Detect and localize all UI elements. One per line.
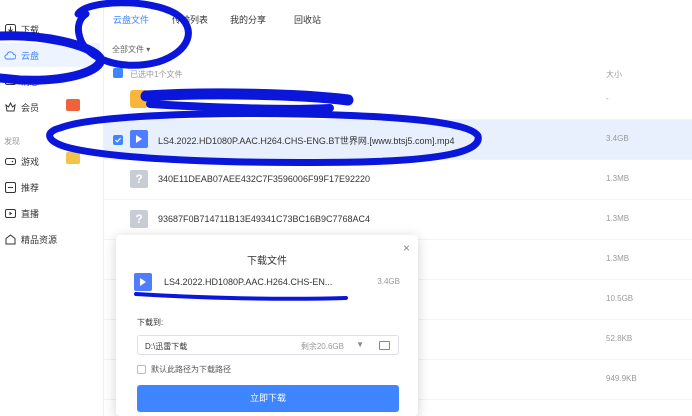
table-row[interactable]: ? 340E11DEAB07AEE432C7F3596006F99F17E922… <box>104 160 692 200</box>
sidebar-item-games[interactable]: 游戏 <box>0 149 100 173</box>
sidebar-item-message[interactable]: 消息 <box>0 69 100 93</box>
size-column-header[interactable]: 大小 <box>606 69 622 80</box>
download-now-button[interactable]: 立即下载 <box>137 385 399 412</box>
sidebar-item-label: 直播 <box>21 208 40 219</box>
file-size: 52.8KB <box>606 334 633 343</box>
default-path-checkbox[interactable] <box>137 365 146 374</box>
default-path-label: 默认此路径为下载路径 <box>151 365 231 374</box>
file-size: 10.5GB <box>606 294 634 303</box>
sidebar-item-label: 云盘 <box>21 50 40 61</box>
sidebar-item-live[interactable]: 直播 <box>0 201 100 225</box>
folder-icon <box>130 90 148 108</box>
resource-icon <box>4 233 16 245</box>
table-row[interactable]: - <box>104 80 692 120</box>
selected-count: 已选中1个文件 <box>130 70 183 79</box>
recommend-icon <box>4 181 16 193</box>
sidebar-item-recommend[interactable]: 推荐 <box>0 175 100 199</box>
row-checkbox[interactable] <box>113 135 123 145</box>
free-space-label: 剩余20.6GB <box>300 342 344 351</box>
file-name: 93687F0B714711B13E49341C73BC16B9C7768AC4 <box>158 214 371 224</box>
tab-recycle-bin[interactable]: 回收站 <box>294 13 321 26</box>
unknown-file-icon: ? <box>130 170 148 188</box>
close-icon[interactable]: × <box>403 241 410 255</box>
dialog-title: 下载文件 <box>247 256 287 267</box>
filter-dropdown[interactable]: 全部文件 ▾ <box>112 44 150 55</box>
file-name: 340E11DEAB07AEE432C7F3596006F99F17E92220 <box>158 174 370 184</box>
unknown-file-icon: ? <box>130 210 148 228</box>
default-path-option[interactable]: 默认此路径为下载路径 <box>137 364 231 375</box>
tab-my-share[interactable]: 我的分享 <box>230 13 266 26</box>
sidebar-item-label: 推荐 <box>21 182 40 193</box>
cloud-icon <box>4 49 16 61</box>
sidebar-section-discover: 发现 <box>4 137 20 146</box>
video-file-icon <box>130 130 148 148</box>
file-size: 3.4GB <box>606 134 629 143</box>
file-size: 1.3MB <box>606 214 630 223</box>
file-size: 1.3MB <box>606 174 630 183</box>
file-name: LS4.2022.HD1080P.AAC.H264.CHS-ENG.BT世界网.… <box>158 136 455 146</box>
game-badge-icon <box>66 152 80 164</box>
dialog-file-name: LS4.2022.HD1080P.AAC.H264.CHS-EN... <box>164 277 333 287</box>
crab-badge-icon <box>66 99 80 111</box>
sidebar-item-download[interactable]: 下载 <box>0 17 100 41</box>
sidebar-item-label: 游戏 <box>21 156 40 167</box>
table-row[interactable]: ? 93687F0B714711B13E49341C73BC16B9C7768A… <box>104 200 692 240</box>
file-size: 1.3MB <box>606 254 630 263</box>
sidebar-item-label: 精品资源 <box>21 234 58 245</box>
vip-icon <box>4 101 16 113</box>
sidebar-item-label: 会员 <box>21 102 40 113</box>
chevron-down-icon[interactable]: ▼ <box>356 340 364 349</box>
save-to-label: 下载到: <box>137 318 164 327</box>
top-tabs: 云盘文件 传输列表 我的分享 回收站 <box>104 0 692 36</box>
sidebar-item-cloud[interactable]: 云盘 <box>0 43 100 67</box>
dialog-file-info: LS4.2022.HD1080P.AAC.H264.CHS-EN... 3.4G… <box>134 269 400 295</box>
download-path-field[interactable]: D:\迅雷下载 剩余20.6GB ▼ <box>137 335 399 355</box>
live-icon <box>4 207 16 219</box>
tab-transfer-list[interactable]: 传输列表 <box>172 13 208 26</box>
sidebar-item-label: 消息 <box>21 76 40 87</box>
message-icon <box>4 75 16 87</box>
select-all-checkbox[interactable] <box>113 68 123 78</box>
table-row-selected[interactable]: LS4.2022.HD1080P.AAC.H264.CHS-ENG.BT世界网.… <box>104 120 692 160</box>
download-icon <box>4 23 16 35</box>
folder-icon[interactable] <box>379 341 390 350</box>
dialog-file-size: 3.4GB <box>377 277 400 286</box>
gamepad-icon <box>4 155 16 167</box>
file-size: 949.9KB <box>606 374 637 383</box>
sidebar: 下载 云盘 消息 会员 发现 游戏 推荐 直播 精品资源 <box>0 0 104 416</box>
tab-cloud-files[interactable]: 云盘文件 <box>113 13 149 26</box>
download-path-value: D:\迅雷下载 <box>145 342 188 351</box>
video-file-icon <box>134 273 152 291</box>
sidebar-item-label: 下载 <box>21 24 40 35</box>
sidebar-item-vip[interactable]: 会员 <box>0 95 100 119</box>
file-size: - <box>606 94 609 103</box>
download-dialog: 下载文件 × LS4.2022.HD1080P.AAC.H264.CHS-EN.… <box>116 235 418 416</box>
sidebar-item-resources[interactable]: 精品资源 <box>0 227 100 251</box>
